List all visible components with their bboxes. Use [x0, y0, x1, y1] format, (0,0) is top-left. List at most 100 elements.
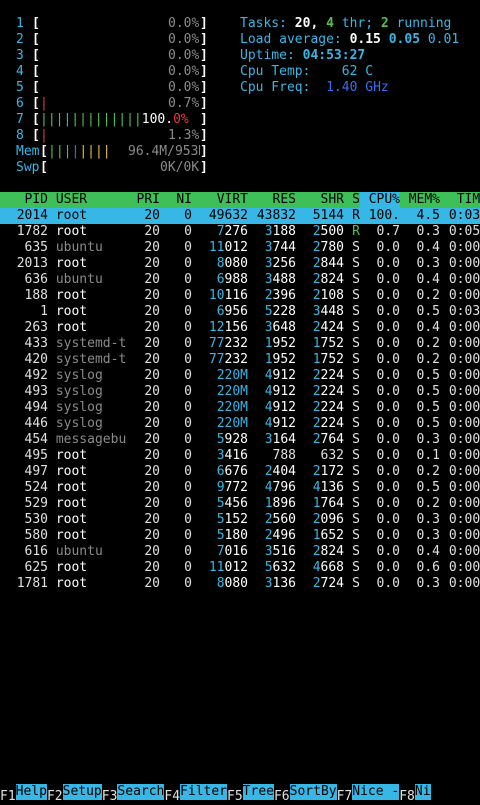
cpu-bar-pct-part: 100.	[141, 112, 174, 127]
cell-shr-units: 224	[320, 368, 344, 383]
cell-res: 3516	[248, 544, 296, 560]
cell-ni: 0	[184, 528, 192, 543]
process-row[interactable]: 1781 root200808031362724S0.00.30:00.	[0, 576, 480, 592]
column-header-shr[interactable]: SHR	[296, 192, 344, 208]
cell-virt-thousands: 6	[216, 464, 225, 479]
process-row[interactable]: 616 ubuntu200701635162824S0.00.40:00.	[0, 544, 480, 560]
meter-open-bracket: [	[32, 96, 40, 111]
fkey-label-help[interactable]: Help	[15, 784, 47, 800]
cell-user: root	[48, 528, 88, 543]
column-header-virt[interactable]: VIRT	[192, 192, 248, 208]
column-header-ni[interactable]: NI	[160, 192, 192, 208]
column-header-time[interactable]: TIME	[440, 192, 480, 208]
cell-res-thousands: 4	[264, 416, 273, 431]
process-row[interactable]: 446 syslog200220M49122224S0.00.50:00.	[0, 416, 480, 432]
cpu-meter-1: 1 [0.0%]	[16, 16, 208, 32]
cell-shr-thousands: 2	[312, 416, 321, 431]
process-row[interactable]: 494 syslog200220M49122224S0.00.50:00.	[0, 400, 480, 416]
meter-open-bracket: [	[32, 16, 40, 31]
cell-mem: 0.5	[416, 400, 440, 415]
column-header-s[interactable]: S	[344, 192, 360, 208]
process-row[interactable]: 635 ubuntu2001101237442780S0.00.40:00.	[0, 240, 480, 256]
cell-mem: 0.4	[416, 240, 440, 255]
column-header-pid[interactable]: PID	[0, 192, 48, 208]
cell-ni: 0	[184, 560, 192, 575]
fkey-f3[interactable]: F3	[102, 789, 118, 805]
cell-res: 3188	[248, 224, 296, 240]
column-header-user[interactable]: USER	[48, 192, 128, 208]
cell-res-thousands: 5	[264, 560, 273, 575]
cell-res: 2496	[248, 528, 296, 544]
cpu-bar-fill: |	[40, 128, 48, 143]
process-row[interactable]: 188 root2001011623962108S0.00.20:00.	[0, 288, 480, 304]
process-row[interactable]: 524 root200977247964136S0.00.50:00.	[0, 480, 480, 496]
cell-pri: 20	[144, 544, 160, 559]
cell-virt: 220M	[216, 400, 248, 415]
column-header-pri[interactable]: PRI	[128, 192, 160, 208]
process-row[interactable]: 529 root200545618961764S0.00.20:00.	[0, 496, 480, 512]
cell-shr-thousands: 2	[312, 432, 321, 447]
cpu-number: 3	[16, 48, 24, 63]
cell-shr-thousands: 2	[312, 320, 321, 335]
cpu-temp-line: Cpu Temp: 62 C	[240, 64, 373, 80]
cell-res-units: 912	[272, 400, 296, 415]
process-row[interactable]: 492 syslog200220M49122224S0.00.50:00.	[0, 368, 480, 384]
cell-shr-thousands: 2	[312, 384, 321, 399]
cell-mem: 0.5	[416, 480, 440, 495]
process-row[interactable]: 495 root2003416788632S0.00.10:00.	[0, 448, 480, 464]
fkey-label-sortby[interactable]: SortBy	[289, 784, 337, 800]
fkey-label-ni[interactable]: Ni	[414, 784, 431, 800]
fkey-label-setup[interactable]: Setup	[62, 784, 102, 800]
fkey-f7[interactable]: F7	[337, 789, 353, 805]
process-row[interactable]: 433 systemd-t 20 0 77232 1952 1752 S 0.0 0.2 0:00…	[0, 336, 480, 352]
process-row[interactable]: 493 syslog200220M49122224S0.00.50:00.	[0, 384, 480, 400]
process-row[interactable]: 263 root2001215636482424S0.00.40:00.	[0, 320, 480, 336]
cell-virt: 8080	[192, 256, 248, 272]
cell-virt: 11012	[192, 240, 248, 256]
cpu-bar	[40, 80, 168, 96]
cell-res-thousands: 4	[264, 400, 273, 415]
process-row[interactable]: 420 systemd-t 20 0 77232 1952 1752 S 0.0 0.2 0:00…	[0, 352, 480, 368]
process-row[interactable]: 497 root200667624042172S0.00.20:00.	[0, 464, 480, 480]
load-15min: 0.01	[427, 32, 460, 47]
cell-virt-thousands: 11	[208, 560, 225, 575]
cell-pid: 524	[24, 480, 48, 495]
process-table-header[interactable]: PID USERPRINIVIRTRESSHRSCPU%MEM%TIME	[0, 192, 480, 208]
column-header-res[interactable]: RES	[248, 192, 296, 208]
process-row[interactable]: 1782 root200727631882500R0.70.30:05.	[0, 224, 480, 240]
cell-res-thousands: 3	[264, 224, 273, 239]
cell-time: 0:00.	[448, 448, 480, 463]
fkey-f4[interactable]: F4	[164, 789, 180, 805]
process-row[interactable]: 1 root200695652283448S0.00.50:03.	[0, 304, 480, 320]
fkey-label-tree[interactable]: Tree	[242, 784, 274, 800]
process-row[interactable]: 580 root200518024961652S0.00.30:00.	[0, 528, 480, 544]
fkey-f8[interactable]: F8	[399, 789, 415, 805]
process-row[interactable]: 625 root2001101256324668S0.00.60:00.	[0, 560, 480, 576]
fkey-label-nice[interactable]: Nice -	[352, 784, 400, 800]
cell-ni: 0	[184, 336, 192, 351]
process-row[interactable]: 2014 root 20 0 49632 43832 5144 R 100. 4.5 0:03.	[0, 208, 480, 224]
cell-mem: 0.2	[416, 336, 440, 351]
process-row[interactable]: 2013 root200808032562844S0.00.30:00.	[0, 256, 480, 272]
column-header-cpu[interactable]: CPU%	[360, 192, 400, 208]
process-row[interactable]: 530 root200515225602096S0.00.30:00.	[0, 512, 480, 528]
cell-shr-units: 764	[320, 432, 344, 447]
fkey-f2[interactable]: F2	[47, 789, 63, 805]
fkey-label-search[interactable]: Search	[117, 784, 165, 800]
cell-res-thousands: 3	[264, 240, 273, 255]
cpu-number: 7	[16, 112, 24, 127]
cell-res: 788	[272, 448, 296, 463]
cpu-meter-4: 4 [0.0%]	[16, 64, 208, 80]
process-row[interactable]: 454 messagebu200592831642764S0.00.30:00.	[0, 432, 480, 448]
fkey-f1[interactable]: F1	[0, 789, 16, 805]
cell-s: S	[352, 464, 360, 479]
fkey-f6[interactable]: F6	[274, 789, 290, 805]
fkey-label-filter[interactable]: Filter	[180, 784, 228, 800]
cell-res-units: 560	[272, 512, 296, 527]
cpu-meter-3: 3 [0.0%]	[16, 48, 208, 64]
cpu-freq-label: Cpu Freq:	[240, 80, 311, 95]
column-header-mem[interactable]: MEM%	[400, 192, 440, 208]
fkey-f5[interactable]: F5	[227, 789, 243, 805]
cell-virt-units: 928	[224, 432, 248, 447]
process-row[interactable]: 636 ubuntu200698834882824S0.00.40:00.	[0, 272, 480, 288]
